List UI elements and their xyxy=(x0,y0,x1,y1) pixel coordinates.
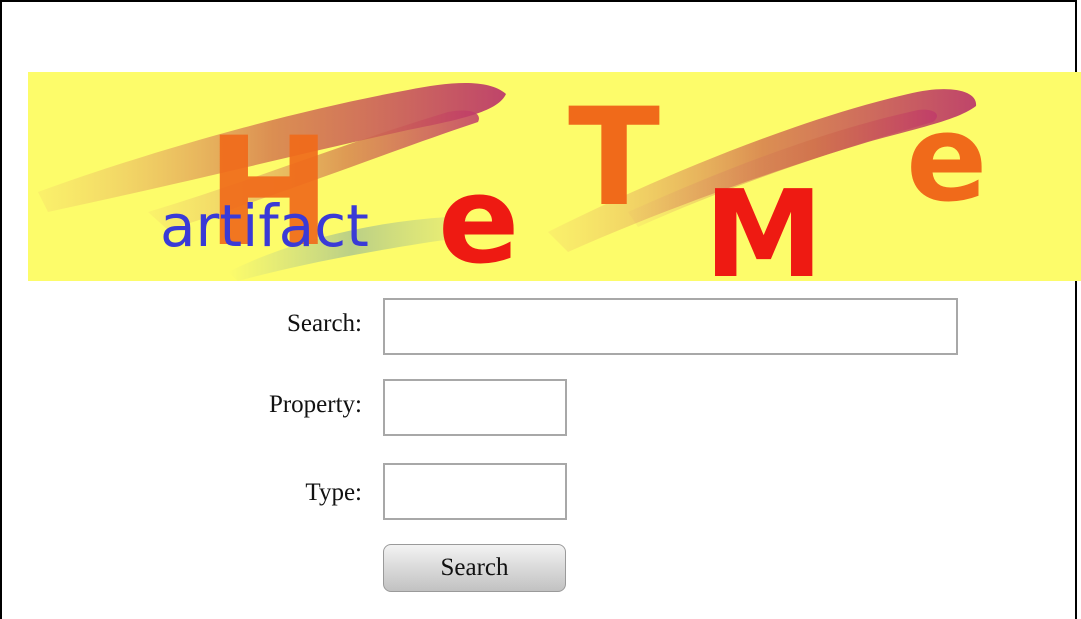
logo-graphic: H e T M e artifact xyxy=(38,79,987,281)
search-input[interactable] xyxy=(383,298,958,355)
logo-letter-m: M xyxy=(704,166,823,281)
search-button[interactable]: Search xyxy=(383,544,566,592)
property-input[interactable] xyxy=(383,379,567,436)
logo-letter-e: e xyxy=(438,152,519,281)
logo-letter-t: T xyxy=(568,79,660,236)
frame-edge xyxy=(0,604,2,619)
logo-letter-e-2: e xyxy=(906,90,987,229)
type-row: Type: xyxy=(0,463,1081,521)
property-row: Property: xyxy=(0,379,1081,437)
logo-tagline: artifact xyxy=(160,192,369,260)
property-label: Property: xyxy=(268,391,362,418)
hetme-artifact-logo-banner: H e T M e artifact xyxy=(28,72,1081,281)
search-row: Search: xyxy=(0,298,1081,356)
type-label: Type: xyxy=(305,479,362,506)
type-input[interactable] xyxy=(383,463,567,520)
search-label: Search: xyxy=(287,310,362,337)
